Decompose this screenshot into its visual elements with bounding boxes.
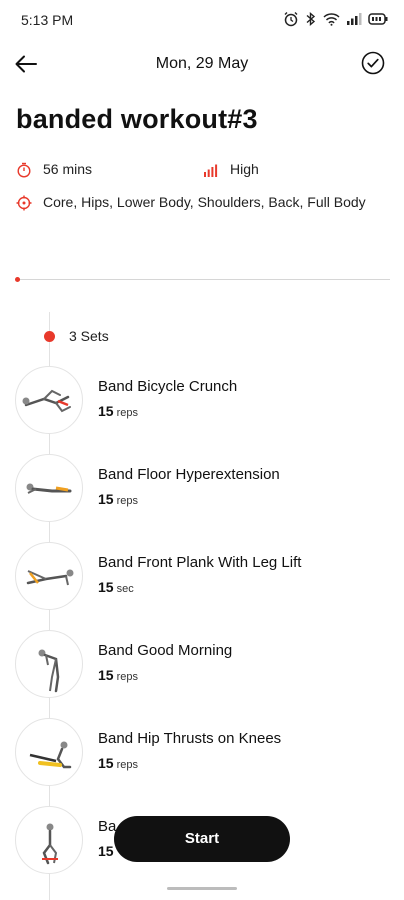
arrow-left-icon <box>15 55 37 73</box>
amount-value: 15 <box>98 491 114 507</box>
alarm-icon <box>283 11 299 27</box>
hyperextension-figure-icon <box>26 483 72 494</box>
exercise-name: Band Floor Hyperextension <box>98 466 280 483</box>
sets-dot <box>44 330 55 342</box>
exercise-item[interactable]: Band Hip Thrusts on Knees 15 reps <box>15 718 395 788</box>
amount-unit: reps <box>116 759 138 771</box>
exercise-amount: 15 reps <box>98 667 138 683</box>
exercise-amount: 15 reps <box>98 491 138 507</box>
exercise-name: Band Hip Thrusts on Knees <box>98 730 282 747</box>
exercise-item[interactable]: Band Front Plank With Leg Lift 15 sec <box>15 542 395 612</box>
plank-leg-lift-figure-icon <box>26 569 74 586</box>
amount-unit: reps <box>116 671 138 683</box>
exercise-name: Band Bicycle Crunch <box>98 378 238 395</box>
exercise-thumbnail <box>15 718 83 786</box>
hip-thrust-figure-icon <box>29 741 72 769</box>
timer-icon <box>17 162 31 178</box>
exercise-thumbnail <box>15 806 83 874</box>
progress-marker <box>15 277 20 282</box>
exercise-thumbnail <box>15 542 83 610</box>
exercise-amount: 15 <box>98 843 117 859</box>
workout-progress-bar <box>15 277 390 282</box>
exercise-amount: 15 reps <box>98 403 138 419</box>
exercise-name: Ba <box>98 818 117 835</box>
battery-icon <box>368 12 388 26</box>
workout-title: banded workout#3 <box>16 104 258 134</box>
exercise-amount: 15 sec <box>98 579 134 595</box>
focus-row: Core, Hips, Lower Body, Shoulders, Back,… <box>16 193 376 212</box>
exercise-item[interactable]: Band Floor Hyperextension 15 reps <box>15 454 395 524</box>
intensity-row: High <box>203 160 259 179</box>
amount-value: 15 <box>98 403 114 419</box>
signal-icon <box>346 12 362 26</box>
status-icons <box>283 11 388 27</box>
home-indicator[interactable] <box>167 887 237 890</box>
amount-unit: reps <box>116 407 138 419</box>
good-morning-figure-icon <box>38 649 60 693</box>
intensity-bars-icon <box>204 164 218 177</box>
amount-unit: reps <box>116 495 138 507</box>
done-button[interactable] <box>360 50 386 76</box>
status-bar: 5:13 PM <box>0 0 404 40</box>
sets-header: 3 Sets <box>44 328 109 344</box>
exercise-name: Band Front Plank With Leg Lift <box>98 554 302 571</box>
bluetooth-icon <box>305 11 317 27</box>
exercise-amount: 15 reps <box>98 755 138 771</box>
duration-row: 56 mins <box>16 160 92 179</box>
amount-unit: sec <box>116 583 134 595</box>
top-app-bar: Mon, 29 May <box>0 44 404 84</box>
exercise-item[interactable]: Band Bicycle Crunch 15 reps <box>15 366 395 436</box>
amount-value: 15 <box>98 755 114 771</box>
squat-figure-icon <box>42 823 58 865</box>
exercise-thumbnail <box>15 454 83 522</box>
back-button[interactable] <box>12 50 40 78</box>
amount-value: 15 <box>98 579 114 595</box>
exercise-item[interactable]: Band Good Morning 15 reps <box>15 630 395 700</box>
exercise-thumbnail <box>15 630 83 698</box>
duration-value: 56 mins <box>43 161 93 177</box>
status-time: 5:13 PM <box>21 12 74 28</box>
bicycle-crunch-figure-icon <box>22 389 71 413</box>
sets-label: 3 Sets <box>69 328 109 344</box>
amount-value: 15 <box>98 667 114 683</box>
check-circle-icon <box>361 51 385 75</box>
target-icon <box>16 195 32 211</box>
exercise-thumbnail <box>15 366 83 434</box>
start-button[interactable]: Start <box>114 816 290 862</box>
exercise-name: Band Good Morning <box>98 642 233 659</box>
wifi-icon <box>323 12 340 26</box>
intensity-value: High <box>230 161 259 177</box>
amount-value: 15 <box>98 843 114 859</box>
header-date: Mon, 29 May <box>155 55 249 72</box>
focus-areas: Core, Hips, Lower Body, Shoulders, Back,… <box>43 194 366 210</box>
